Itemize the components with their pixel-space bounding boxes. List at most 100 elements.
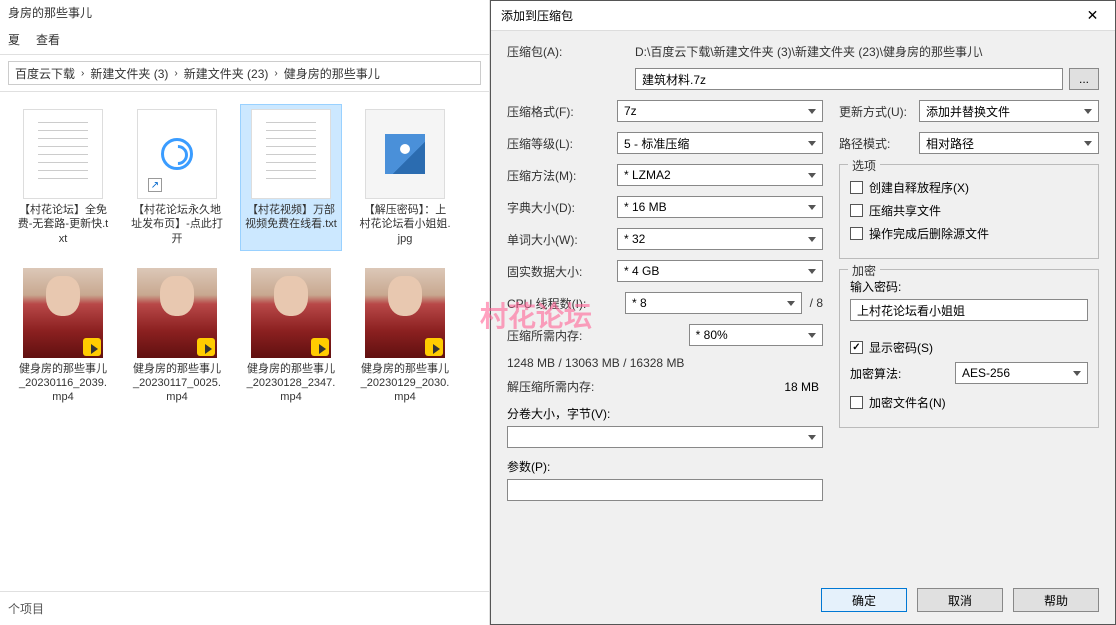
file-list[interactable]: 【村花论坛】全免费-无套路-更新快.txt ↗ 【村花论坛永久地址发布页】-点此… [0, 92, 489, 552]
options-fieldset: 选项 创建自释放程序(X) 压缩共享文件 操作完成后删除源文件 [839, 164, 1099, 259]
mem-pct-select[interactable]: * 80% [689, 324, 823, 346]
share-checkbox[interactable] [850, 204, 863, 217]
word-select[interactable]: * 32 [617, 228, 823, 250]
password-input[interactable] [850, 299, 1088, 321]
link-badge-icon: ↗ [148, 178, 162, 192]
file-name: 健身房的那些事儿_20230117_0025.mp4 [131, 362, 223, 405]
archive-label: 压缩包(A): [507, 43, 627, 60]
solid-label: 固实数据大小: [507, 263, 617, 280]
menu-bar: 夏 查看 [0, 25, 489, 55]
file-name: 【村花论坛永久地址发布页】-点此打开 [131, 203, 223, 246]
level-label: 压缩等级(L): [507, 135, 617, 152]
file-item[interactable]: 健身房的那些事儿_20230117_0025.mp4 [126, 263, 228, 410]
dialog-body: 压缩包(A): D:\百度云下载\新建文件夹 (3)\新建文件夹 (23)\健身… [491, 31, 1115, 513]
delete-label: 操作完成后删除源文件 [869, 225, 989, 242]
encrypt-names-checkbox[interactable] [850, 396, 863, 409]
play-icon [205, 344, 212, 354]
file-item[interactable]: 健身房的那些事儿_20230129_2030.mp4 [354, 263, 456, 410]
ok-button[interactable]: 确定 [821, 588, 907, 612]
method-select[interactable]: * LZMA2 [617, 164, 823, 186]
cpu-total: / 8 [810, 296, 823, 310]
help-button[interactable]: 帮助 [1013, 588, 1099, 612]
split-combo[interactable] [507, 426, 823, 448]
archive-path: D:\百度云下载\新建文件夹 (3)\新建文件夹 (23)\健身房的那些事儿\ [635, 43, 982, 60]
show-password-label: 显示密码(S) [869, 339, 933, 356]
txt-file-icon [251, 109, 331, 199]
mem-decomp-label: 解压缩所需内存: [507, 378, 594, 395]
pathmode-label: 路径模式: [839, 135, 919, 152]
browse-button[interactable]: ... [1069, 68, 1099, 90]
params-label: 参数(P): [507, 458, 823, 475]
video-thumbnail [23, 268, 103, 358]
update-select[interactable]: 添加并替换文件 [919, 100, 1099, 122]
video-thumbnail [137, 268, 217, 358]
file-name: 【解压密码】：上村花论坛看小姐姐.jpg [359, 203, 451, 246]
dialog-title: 添加到压缩包 [501, 7, 573, 24]
solid-select[interactable]: * 4 GB [617, 260, 823, 282]
chevron-right-icon: › [174, 68, 177, 79]
explorer-toolbar: 百度云下载 › 新建文件夹 (3) › 新建文件夹 (23) › 健身房的那些事… [0, 55, 489, 92]
file-item[interactable]: 【解压密码】：上村花论坛看小姐姐.jpg [354, 104, 456, 251]
algo-select[interactable]: AES-256 [955, 362, 1088, 384]
delete-checkbox[interactable] [850, 227, 863, 240]
breadcrumb-item[interactable]: 健身房的那些事儿 [284, 65, 380, 82]
play-icon [319, 344, 326, 354]
breadcrumb[interactable]: 百度云下载 › 新建文件夹 (3) › 新建文件夹 (23) › 健身房的那些事… [8, 61, 481, 85]
cpu-label: CPU 线程数(I): [507, 295, 617, 312]
file-item[interactable]: ↗ 【村花论坛永久地址发布页】-点此打开 [126, 104, 228, 251]
show-password-checkbox[interactable] [850, 341, 863, 354]
file-name: 健身房的那些事儿_20230128_2347.mp4 [245, 362, 337, 405]
shortcut-icon: ↗ [137, 109, 217, 199]
sfx-label: 创建自释放程序(X) [869, 179, 969, 196]
add-to-archive-dialog: 添加到压缩包 ✕ 压缩包(A): D:\百度云下载\新建文件夹 (3)\新建文件… [490, 0, 1116, 625]
algo-label: 加密算法: [850, 365, 955, 382]
cancel-button[interactable]: 取消 [917, 588, 1003, 612]
split-label: 分卷大小，字节(V): [507, 405, 823, 422]
pathmode-select[interactable]: 相对路径 [919, 132, 1099, 154]
format-select[interactable]: 7z [617, 100, 823, 122]
options-legend: 选项 [848, 157, 880, 174]
mem-comp-value: 1248 MB / 13063 MB / 16328 MB [507, 356, 823, 370]
encrypt-names-label: 加密文件名(N) [869, 394, 946, 411]
status-bar: 个项目 [0, 591, 489, 625]
mem-decomp-value: 18 MB [594, 380, 823, 394]
dialog-titlebar: 添加到压缩包 ✕ [491, 1, 1115, 31]
dict-select[interactable]: * 16 MB [617, 196, 823, 218]
file-item[interactable]: 健身房的那些事儿_20230116_2039.mp4 [12, 263, 114, 410]
txt-file-icon [23, 109, 103, 199]
file-item[interactable]: 【村花论坛】全免费-无套路-更新快.txt [12, 104, 114, 251]
archive-name-input[interactable] [635, 68, 1063, 90]
dialog-buttons: 确定 取消 帮助 [821, 588, 1099, 612]
params-input[interactable] [507, 479, 823, 501]
password-label: 输入密码: [850, 278, 1088, 295]
dict-label: 字典大小(D): [507, 199, 617, 216]
file-explorer: 身房的那些事儿 夏 查看 百度云下载 › 新建文件夹 (3) › 新建文件夹 (… [0, 0, 490, 625]
menu-item-view[interactable]: 查看 [36, 31, 60, 48]
image-file-icon [365, 109, 445, 199]
video-thumbnail [251, 268, 331, 358]
window-title: 身房的那些事儿 [0, 0, 489, 25]
format-label: 压缩格式(F): [507, 103, 617, 120]
file-name: 健身房的那些事儿_20230116_2039.mp4 [17, 362, 109, 405]
file-name: 健身房的那些事儿_20230129_2030.mp4 [359, 362, 451, 405]
breadcrumb-item[interactable]: 新建文件夹 (3) [90, 65, 168, 82]
level-select[interactable]: 5 - 标准压缩 [617, 132, 823, 154]
play-icon [91, 344, 98, 354]
update-label: 更新方式(U): [839, 103, 919, 120]
close-button[interactable]: ✕ [1070, 1, 1115, 31]
file-name: 【村花视频】万部视频免费在线看.txt [245, 203, 337, 232]
encrypt-legend: 加密 [848, 262, 880, 279]
file-item[interactable]: 健身房的那些事儿_20230128_2347.mp4 [240, 263, 342, 410]
file-name: 【村花论坛】全免费-无套路-更新快.txt [17, 203, 109, 246]
method-label: 压缩方法(M): [507, 167, 617, 184]
mem-comp-label: 压缩所需内存: [507, 327, 582, 344]
sfx-checkbox[interactable] [850, 181, 863, 194]
chevron-right-icon: › [274, 68, 277, 79]
cpu-select[interactable]: * 8 [625, 292, 802, 314]
file-item[interactable]: 【村花视频】万部视频免费在线看.txt [240, 104, 342, 251]
breadcrumb-item[interactable]: 百度云下载 [15, 65, 75, 82]
menu-item[interactable]: 夏 [8, 31, 20, 48]
play-icon [433, 344, 440, 354]
encrypt-fieldset: 加密 输入密码: 显示密码(S) 加密算法: AES-256 加密文件名(N) [839, 269, 1099, 428]
breadcrumb-item[interactable]: 新建文件夹 (23) [184, 65, 269, 82]
